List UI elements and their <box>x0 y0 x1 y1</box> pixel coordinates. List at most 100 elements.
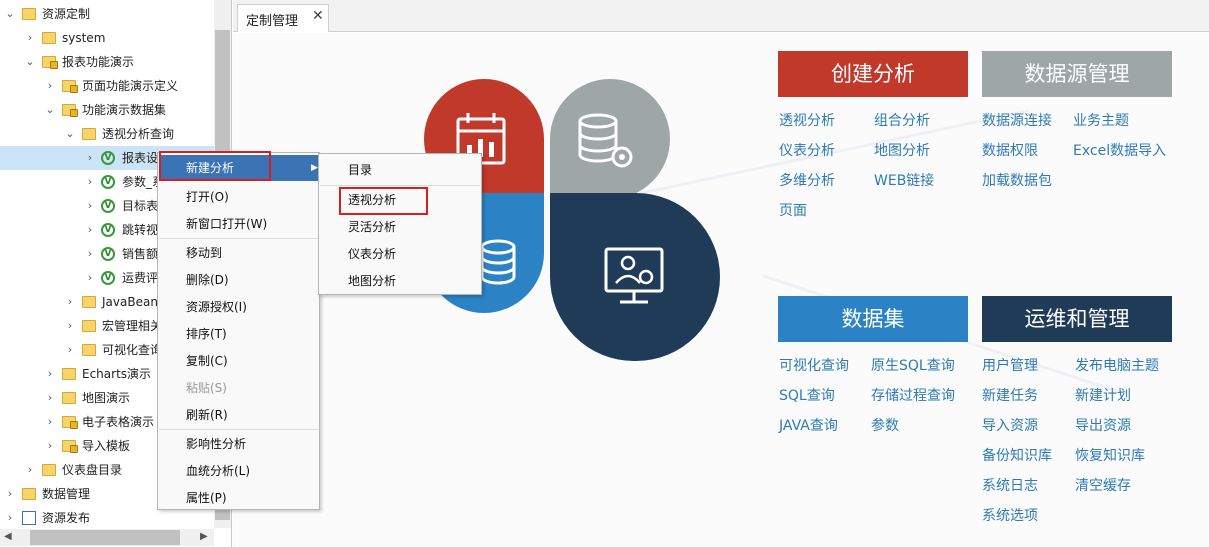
locked-folder-icon <box>62 80 78 93</box>
expand-arrow-icon[interactable]: › <box>4 506 16 530</box>
link-business-theme[interactable]: 业务主题 <box>1073 110 1129 130</box>
submenu-item-directory[interactable]: 目录 <box>320 157 480 183</box>
tree-item-label: 资源定制 <box>42 7 91 21</box>
link-datasource-connect[interactable]: 数据源连接 <box>982 110 1052 130</box>
link-data-permission[interactable]: 数据权限 <box>982 140 1038 160</box>
link-java-query[interactable]: JAVA查询 <box>779 415 838 435</box>
tree-item-resource-custom[interactable]: ⌄ 资源定制 <box>0 2 214 26</box>
expand-arrow-icon[interactable]: › <box>84 170 96 194</box>
menu-item-open[interactable]: 打开(O) <box>159 184 318 210</box>
visual-query-icon: V <box>101 247 115 261</box>
expand-arrow-icon[interactable]: › <box>44 386 56 410</box>
collapse-arrow-icon[interactable]: ⌄ <box>64 122 76 146</box>
create-analysis-tile[interactable]: 创建分析 <box>778 51 968 97</box>
close-icon[interactable]: ✕ <box>312 8 324 24</box>
link-dashboard-analysis[interactable]: 仪表分析 <box>779 140 835 160</box>
link-restore-repo[interactable]: 恢复知识库 <box>1075 445 1145 465</box>
expand-arrow-icon[interactable]: › <box>64 314 76 338</box>
folder-icon <box>42 464 56 476</box>
datasource-petal <box>550 79 670 199</box>
tab-custom-management[interactable]: 定制管理 ✕ <box>237 4 329 32</box>
link-native-sql[interactable]: 原生SQL查询 <box>871 355 955 375</box>
tree-item-label: 透视分析查询 <box>102 127 175 141</box>
scroll-right-icon[interactable]: ▶ <box>200 531 208 542</box>
link-pivot-analysis[interactable]: 透视分析 <box>779 110 835 130</box>
link-parameter[interactable]: 参数 <box>871 415 899 435</box>
link-system-log[interactable]: 系统日志 <box>982 475 1038 495</box>
link-import-resource[interactable]: 导入资源 <box>982 415 1038 435</box>
link-export-resource[interactable]: 导出资源 <box>1075 415 1131 435</box>
menu-item-impact-analysis[interactable]: 影响性分析 <box>159 431 318 457</box>
ops-petal <box>550 193 720 361</box>
link-stored-procedure[interactable]: 存储过程查询 <box>871 385 955 405</box>
menu-item-sort[interactable]: 排序(T) <box>159 321 318 347</box>
tree-item-label: 导入模板 <box>82 439 131 453</box>
expand-arrow-icon[interactable]: › <box>24 26 36 50</box>
tree-item-label: 功能演示数据集 <box>82 103 167 117</box>
tree-horizontal-scroll-thumb[interactable] <box>30 530 180 545</box>
menu-item-properties[interactable]: 属性(P) <box>159 485 318 511</box>
expand-arrow-icon[interactable]: › <box>44 362 56 386</box>
expand-arrow-icon[interactable]: › <box>64 290 76 314</box>
tree-item-label: Echarts演示 <box>82 367 152 381</box>
tree-item-label: 可视化查询 <box>102 343 163 357</box>
link-sql-query[interactable]: SQL查询 <box>779 385 835 405</box>
menu-item-move-to[interactable]: 移动到 <box>159 240 318 266</box>
link-system-options[interactable]: 系统选项 <box>982 505 1038 525</box>
ops-management-tile[interactable]: 运维和管理 <box>982 296 1172 342</box>
menu-item-open-new-window[interactable]: 新窗口打开(W) <box>159 211 318 237</box>
expand-arrow-icon[interactable]: › <box>64 338 76 362</box>
link-page[interactable]: 页面 <box>779 200 807 220</box>
menu-item-resource-auth[interactable]: 资源授权(I) <box>159 294 318 320</box>
visual-query-icon: V <box>101 223 115 237</box>
expand-arrow-icon[interactable]: › <box>84 194 96 218</box>
tab-label: 定制管理 <box>246 14 299 29</box>
link-user-management[interactable]: 用户管理 <box>982 355 1038 375</box>
submenu-item-flexible-analysis[interactable]: 灵活分析 <box>320 214 480 240</box>
link-map-analysis[interactable]: 地图分析 <box>874 140 930 160</box>
menu-item-lineage-analysis[interactable]: 血统分析(L) <box>159 458 318 484</box>
expand-arrow-icon[interactable]: › <box>84 146 96 170</box>
tree-item-page-demo[interactable]: › 页面功能演示定义 <box>0 74 214 98</box>
menu-separator <box>159 238 318 239</box>
collapse-arrow-icon[interactable]: ⌄ <box>24 50 36 74</box>
expand-arrow-icon[interactable]: › <box>44 434 56 458</box>
submenu-item-map-analysis[interactable]: 地图分析 <box>320 268 480 294</box>
link-publish-theme[interactable]: 发布电脑主题 <box>1075 355 1159 375</box>
link-new-plan[interactable]: 新建计划 <box>1075 385 1131 405</box>
submenu-item-dashboard-analysis[interactable]: 仪表分析 <box>320 241 480 267</box>
tree-item-pivot-query[interactable]: ⌄ 透视分析查询 <box>0 122 214 146</box>
expand-arrow-icon[interactable]: › <box>84 266 96 290</box>
link-load-data-package[interactable]: 加载数据包 <box>982 170 1052 190</box>
collapse-arrow-icon[interactable]: ⌄ <box>4 2 16 26</box>
expand-arrow-icon[interactable]: › <box>44 410 56 434</box>
expand-arrow-icon[interactable]: › <box>4 482 16 506</box>
menu-item-delete[interactable]: 删除(D) <box>159 267 318 293</box>
link-web-link[interactable]: WEB链接 <box>874 170 934 190</box>
datasource-management-tile[interactable]: 数据源管理 <box>982 51 1172 97</box>
menu-item-refresh[interactable]: 刷新(R) <box>159 402 318 428</box>
expand-arrow-icon[interactable]: › <box>84 242 96 266</box>
menu-item-paste: 粘贴(S) <box>186 381 227 395</box>
expand-arrow-icon[interactable]: › <box>24 458 36 482</box>
link-backup-repo[interactable]: 备份知识库 <box>982 445 1052 465</box>
highlight-box <box>339 187 428 215</box>
tree-item-dataset-demo[interactable]: ⌄ 功能演示数据集 <box>0 98 214 122</box>
link-new-task[interactable]: 新建任务 <box>982 385 1038 405</box>
dataset-tile[interactable]: 数据集 <box>778 296 968 342</box>
tree-item-system[interactable]: › system <box>0 26 214 50</box>
expand-arrow-icon[interactable]: › <box>84 218 96 242</box>
tree-item-report-demo[interactable]: ⌄ 报表功能演示 <box>0 50 214 74</box>
link-visual-query[interactable]: 可视化查询 <box>779 355 849 375</box>
expand-arrow-icon[interactable]: › <box>44 74 56 98</box>
scroll-left-icon[interactable]: ◀ <box>4 531 12 542</box>
link-clear-cache[interactable]: 清空缓存 <box>1075 475 1131 495</box>
link-combined-analysis[interactable]: 组合分析 <box>874 110 930 130</box>
link-multidim-analysis[interactable]: 多维分析 <box>779 170 835 190</box>
highlight-box <box>159 151 271 181</box>
menu-item-copy[interactable]: 复制(C) <box>159 348 318 374</box>
collapse-arrow-icon[interactable]: ⌄ <box>44 98 56 122</box>
link-excel-import[interactable]: Excel数据导入 <box>1073 140 1166 160</box>
database-gear-icon <box>578 113 633 168</box>
locked-folder-icon <box>62 416 78 429</box>
